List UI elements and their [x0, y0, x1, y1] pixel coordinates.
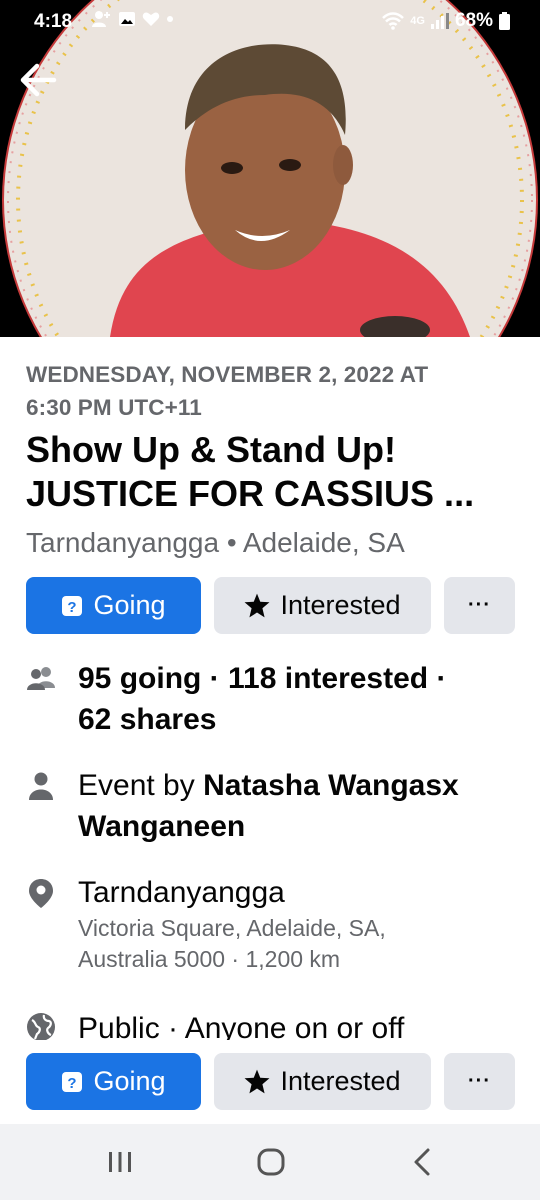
back-button[interactable]	[18, 60, 62, 100]
event-location[interactable]: Tarndanyangga • Adelaide, SA	[26, 527, 405, 559]
people-icon	[27, 667, 55, 690]
home-icon	[257, 1148, 285, 1176]
cover-photo[interactable]: 4:18 4G 68%	[0, 0, 540, 337]
sticky-interested-label: Interested	[280, 1066, 401, 1096]
sticky-going-button[interactable]: ? Going	[26, 1053, 201, 1110]
event-title-line2: JUSTICE FOR CASSIUS ...	[26, 473, 475, 514]
place-name: Tarndanyangga	[78, 876, 285, 909]
interested-button[interactable]: Interested	[214, 577, 431, 634]
battery-percent: 68%	[454, 10, 493, 31]
going-button[interactable]: ? Going	[26, 577, 201, 634]
person-icon	[29, 772, 53, 800]
globe-icon	[27, 1013, 55, 1040]
action-buttons: ? Going Interested ···	[26, 577, 515, 634]
dot-icon	[167, 16, 173, 22]
location-text: Tarndanyangga Victoria Square, Adelaide,…	[78, 872, 518, 975]
place-address-line2: Australia 5000 · 1,200 km	[78, 946, 341, 972]
heart-icon	[142, 12, 160, 26]
privacy-row[interactable]: Public · Anyone on or off	[26, 1008, 516, 1040]
back-nav-button[interactable]	[402, 1144, 442, 1180]
stats-row[interactable]: 95 going · 118 interested · 62 shares	[26, 658, 516, 748]
stats-line2: 62 shares	[78, 703, 217, 736]
signal-icon	[430, 13, 449, 29]
status-system-icons: 4G 68%	[382, 10, 510, 32]
interested-label: Interested	[280, 590, 401, 620]
host-name[interactable]: Natasha Wangasx	[203, 769, 459, 802]
stats-text: 95 going · 118 interested · 62 shares	[78, 658, 518, 740]
cover-image	[0, 0, 540, 337]
event-date: WEDNESDAY, NOVEMBER 2, 2022 AT 6:30 PM U…	[26, 358, 506, 424]
recent-apps-icon	[109, 1152, 131, 1172]
status-bar: 4:18 4G 68%	[0, 0, 540, 44]
event-title-line1: Show Up & Stand Up!	[26, 429, 396, 470]
image-icon	[119, 12, 135, 26]
host-text: Event by Natasha Wangasx Wanganeen	[78, 765, 518, 847]
sticky-going-label: Going	[93, 1066, 166, 1096]
person-add-icon	[92, 11, 110, 27]
host-prefix: Event by	[78, 769, 204, 802]
going-badge-icon: ?	[62, 595, 83, 616]
sticky-action-bar: ? Going Interested ···	[0, 1040, 540, 1124]
host-row[interactable]: Event by Natasha Wangasx Wanganeen	[26, 765, 516, 855]
sticky-action-buttons: ? Going Interested ···	[26, 1053, 515, 1110]
going-badge-icon: ?	[62, 1071, 83, 1092]
wifi-icon	[382, 12, 405, 30]
status-time: 4:18	[34, 11, 73, 32]
svg-text:?: ?	[68, 1075, 77, 1092]
event-date-line2: 6:30 PM UTC+11	[26, 395, 202, 420]
more-label: ···	[468, 594, 491, 616]
location-row[interactable]: Tarndanyangga Victoria Square, Adelaide,…	[26, 872, 516, 987]
star-icon	[244, 1069, 270, 1094]
status-notification-icons	[92, 10, 174, 28]
event-title: Show Up & Stand Up! JUSTICE FOR CASSIUS …	[26, 428, 514, 516]
privacy-text: Public · Anyone on or off	[78, 1012, 405, 1040]
arrow-left-icon	[20, 63, 57, 97]
map-pin-icon	[29, 879, 53, 908]
recent-apps-button[interactable]	[100, 1144, 140, 1180]
sticky-interested-button[interactable]: Interested	[214, 1053, 431, 1110]
system-nav-bar	[0, 1124, 540, 1200]
network-type: 4G	[410, 15, 425, 27]
event-date-line1: WEDNESDAY, NOVEMBER 2, 2022 AT	[26, 362, 429, 387]
stats-line1: 95 going · 118 interested ·	[78, 662, 447, 695]
sticky-more-label: ···	[468, 1070, 491, 1092]
svg-text:?: ?	[68, 599, 77, 616]
more-options-button[interactable]: ···	[444, 577, 515, 634]
chevron-left-icon	[414, 1148, 430, 1176]
host-name-cont[interactable]: Wanganeen	[78, 806, 518, 847]
going-label: Going	[93, 590, 166, 620]
place-address-line1: Victoria Square, Adelaide, SA,	[78, 915, 386, 941]
star-icon	[244, 593, 270, 618]
home-button[interactable]	[251, 1144, 291, 1180]
battery-icon	[499, 12, 510, 30]
sticky-more-options-button[interactable]: ···	[444, 1053, 515, 1110]
